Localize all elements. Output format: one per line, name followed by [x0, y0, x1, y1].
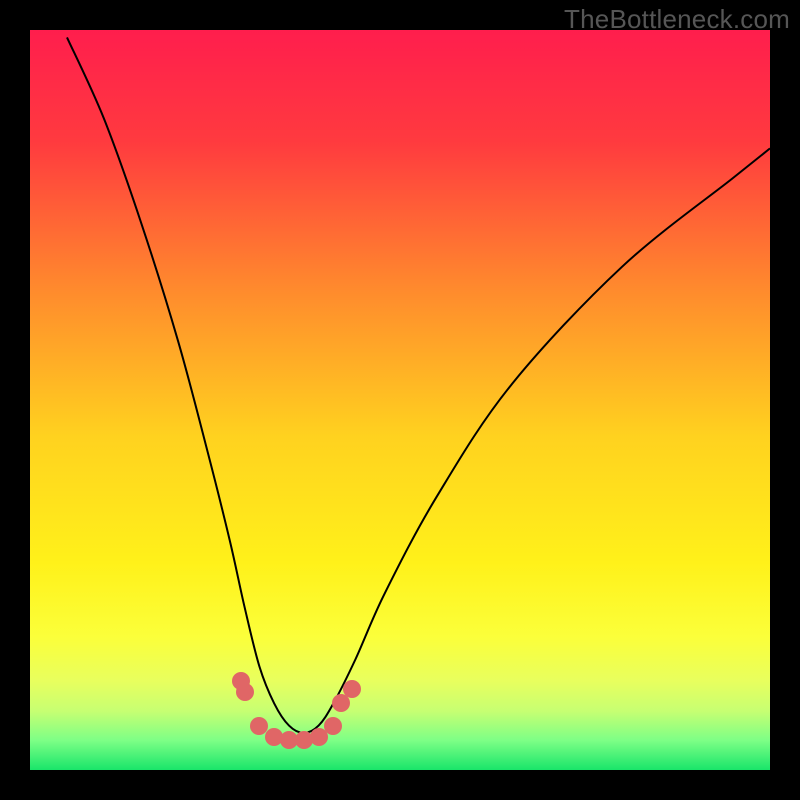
outer-frame: TheBottleneck.com — [0, 0, 800, 800]
chart-background — [30, 30, 770, 770]
chart-plot-area — [30, 30, 770, 770]
scatter-point — [324, 717, 342, 735]
chart-svg — [30, 30, 770, 770]
scatter-point — [343, 680, 361, 698]
scatter-point — [236, 683, 254, 701]
scatter-point — [332, 694, 350, 712]
